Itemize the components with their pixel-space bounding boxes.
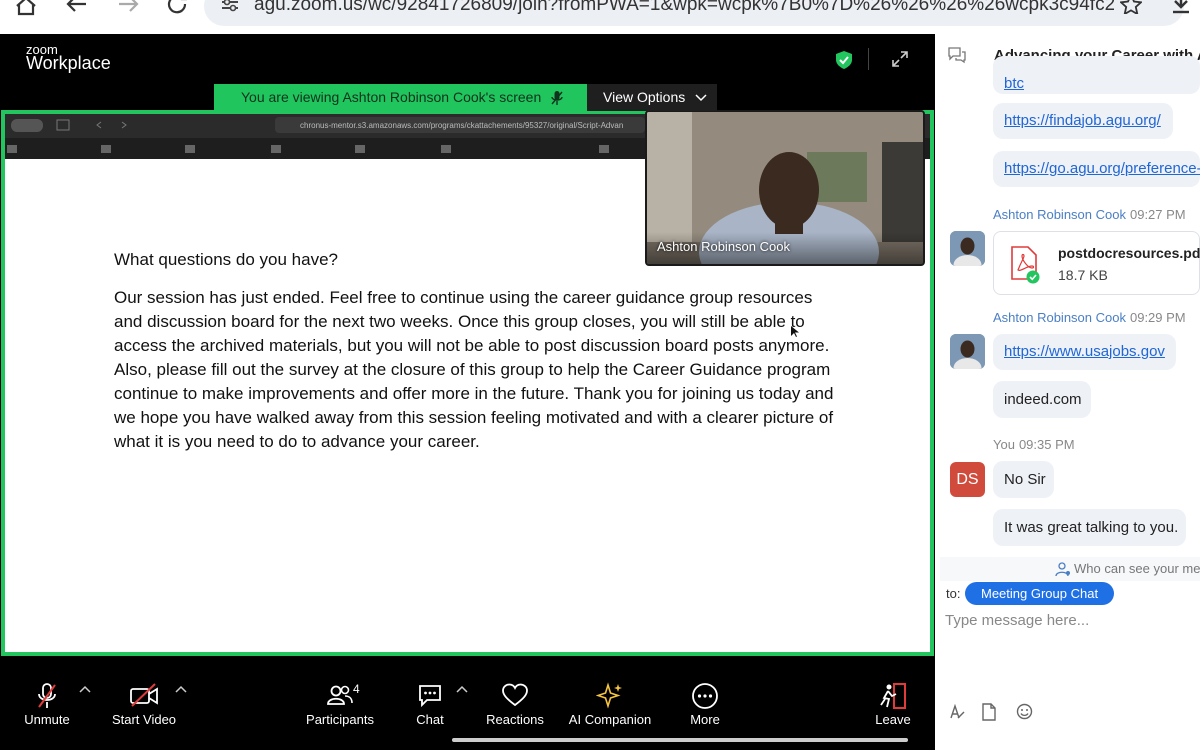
divider (868, 48, 869, 70)
chat-message: No Sir (993, 461, 1054, 498)
pdf-file-icon (1010, 246, 1040, 284)
sender-name: Ashton Robinson Cook (993, 310, 1126, 325)
view-options-label: View Options (603, 89, 686, 105)
gesture-bar (452, 738, 908, 742)
chat-message-link[interactable]: https://www.usajobs.gov (993, 334, 1176, 370)
file-attachment-card[interactable]: postdocresources.pdf 18.7 KB (993, 231, 1200, 295)
chat-options-caret-icon[interactable] (455, 683, 469, 697)
recipient-selector[interactable]: Meeting Group Chat (965, 582, 1115, 605)
chat-message: It was great talking to you. (993, 509, 1186, 546)
who-can-see-text[interactable]: Who can see your messages? (1074, 561, 1200, 576)
more-icon (691, 682, 719, 710)
slide-body-text: Our session has just ended. Feel free to… (114, 288, 834, 451)
forward-arrow-icon[interactable] (116, 0, 140, 16)
chat-message-link[interactable]: btc (993, 56, 1200, 94)
leave-door-icon (878, 682, 908, 710)
avatar (950, 334, 985, 369)
chat-sender-header: Ashton Robinson Cook 09:27 PM (993, 207, 1186, 222)
participants-label: Participants (306, 712, 374, 727)
emoji-icon[interactable] (1016, 703, 1033, 720)
download-icon[interactable] (1170, 0, 1192, 14)
shared-browser-url: chronus-mentor.s3.amazonaws.com/programs… (300, 121, 624, 130)
file-size: 18.7 KB (1058, 267, 1108, 283)
slide-question: What questions do you have? (114, 250, 338, 269)
chat-sender-header: Ashton Robinson Cook 09:29 PM (993, 310, 1186, 325)
participants-count: 4 (353, 682, 360, 696)
file-attach-icon[interactable] (981, 703, 997, 721)
view-options-button[interactable]: View Options (587, 84, 717, 111)
message-text: indeed.com (1004, 391, 1082, 408)
person-visibility-icon (1055, 561, 1071, 577)
chat-message-link[interactable]: https://findajob.agu.org/ (993, 103, 1173, 139)
link-text[interactable]: https://findajob.agu.org/ (1004, 112, 1161, 129)
url-text[interactable]: agu.zoom.us/wc/92841726809/join?fromPWA=… (254, 0, 1114, 16)
chat-panel-icon[interactable] (948, 46, 966, 64)
message-input[interactable] (945, 609, 1195, 631)
reactions-label: Reactions (486, 712, 544, 727)
message-time: 09:27 PM (1129, 207, 1186, 222)
message-time: 09:35 PM (1018, 437, 1075, 452)
viewing-screen-banner: You are viewing Ashton Robinson Cook's s… (214, 84, 587, 111)
back-arrow-icon[interactable] (65, 0, 89, 16)
file-name: postdocresources.pdf (1058, 245, 1200, 261)
chat-label: Chat (416, 712, 444, 727)
mouse-cursor-icon (791, 326, 799, 338)
chat-sender-header: You 09:35 PM (993, 437, 1075, 452)
muted-mic-icon (36, 682, 58, 710)
bookmark-star-icon[interactable] (1120, 0, 1142, 14)
security-shield-icon[interactable] (836, 51, 852, 69)
chevron-down-icon (695, 94, 707, 102)
reload-icon[interactable] (166, 0, 190, 16)
link-text[interactable]: https://www.usajobs.gov (1004, 343, 1165, 360)
chat-message: indeed.com (993, 381, 1091, 418)
viewing-banner-text: You are viewing Ashton Robinson Cook's s… (241, 89, 542, 105)
recipient-label: to: (946, 586, 961, 601)
message-text: No Sir (1004, 471, 1046, 488)
site-settings-icon[interactable] (220, 0, 240, 12)
start-video-label: Start Video (111, 712, 177, 727)
message-time: 09:29 PM (1129, 310, 1186, 325)
home-icon[interactable] (14, 0, 38, 16)
heart-icon (501, 682, 529, 708)
sparkle-icon (596, 682, 624, 710)
sender-name: You (993, 437, 1015, 452)
avatar (950, 231, 985, 266)
participants-icon (326, 682, 354, 708)
chat-icon (417, 682, 443, 708)
avatar: DS (950, 462, 985, 497)
more-label: More (690, 712, 720, 727)
unmute-label: Unmute (24, 712, 70, 727)
muted-mic-icon (551, 90, 563, 106)
link-text[interactable]: btc (1004, 75, 1024, 92)
link-text[interactable]: https://go.agu.org/preference-center (1004, 160, 1200, 177)
message-text: It was great talking to you. (1004, 519, 1179, 536)
video-off-icon (129, 682, 159, 708)
fullscreen-icon[interactable] (892, 51, 908, 67)
audio-options-caret-icon[interactable] (78, 683, 92, 697)
chat-message-link[interactable]: https://go.agu.org/preference-center (993, 151, 1200, 187)
format-text-icon[interactable] (949, 704, 965, 720)
ai-companion-label: AI Companion (568, 712, 652, 727)
leave-label: Leave (875, 712, 911, 727)
video-options-caret-icon[interactable] (174, 683, 188, 697)
video-participant-name: Ashton Robinson Cook (657, 239, 790, 254)
sender-name: Ashton Robinson Cook (993, 207, 1126, 222)
brand-workplace: Workplace (26, 53, 111, 73)
